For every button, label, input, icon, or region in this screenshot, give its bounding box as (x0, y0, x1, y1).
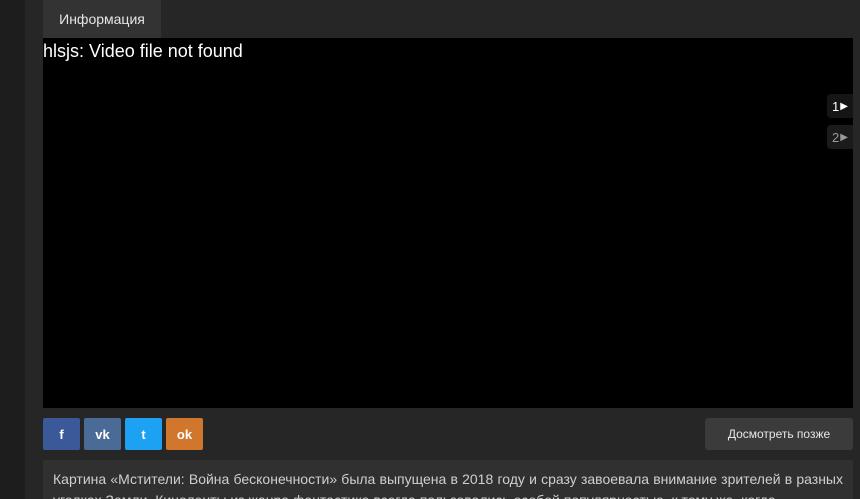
video-player[interactable]: hlsjs: Video file not found 1 ▶ 2 ▶ (43, 38, 853, 408)
episode-number: 2 (832, 129, 840, 145)
tab-info[interactable]: Информация (43, 0, 161, 38)
watch-later-label: Досмотреть позже (727, 427, 831, 441)
player-error-message: hlsjs: Video file not found (43, 41, 243, 61)
odnoklassniki-icon: ok (176, 426, 193, 442)
twitter-icon: t (141, 426, 146, 442)
description-text: Картина «Мстители: Война бесконечности» … (53, 471, 843, 499)
vk-icon: vk (95, 426, 110, 442)
twitter-share-button[interactable]: t (125, 418, 162, 450)
tab-info-label: Информация (59, 11, 145, 27)
vk-share-button[interactable]: vk (84, 418, 121, 450)
episode-number: 1 (832, 98, 840, 114)
odnoklassniki-share-button[interactable]: ok (166, 418, 203, 450)
social-share-bar: f vk t ok (43, 418, 203, 450)
watch-later-button[interactable]: Досмотреть позже (705, 418, 853, 450)
left-sidebar-strip (0, 0, 25, 499)
facebook-share-button[interactable]: f (43, 418, 80, 450)
facebook-icon: f (59, 426, 64, 442)
episode-button-2[interactable]: 2 ▶ (827, 125, 853, 149)
play-arrow-icon: ▶ (840, 131, 848, 143)
episode-button-1[interactable]: 1 ▶ (827, 94, 853, 118)
movie-description: Картина «Мстители: Война бесконечности» … (43, 460, 853, 499)
play-arrow-icon: ▶ (840, 100, 848, 112)
